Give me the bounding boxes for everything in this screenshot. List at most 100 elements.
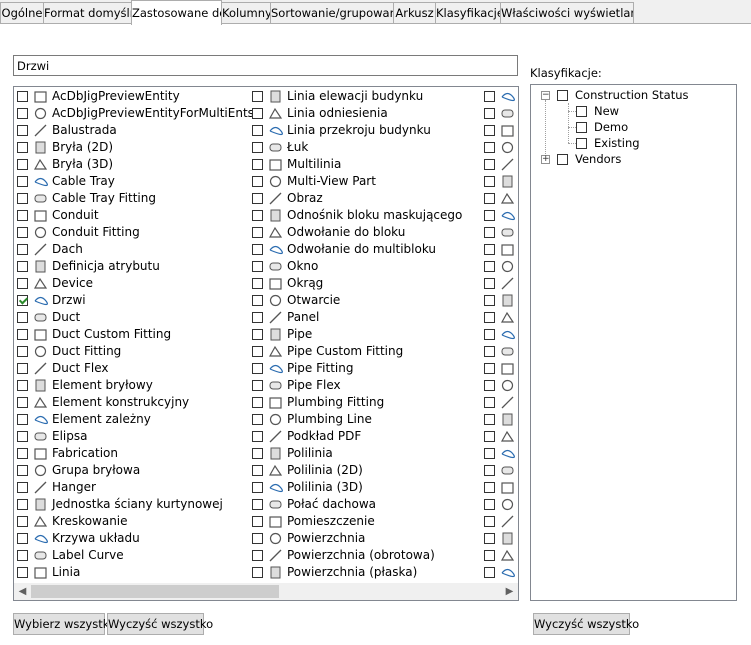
- list-item[interactable]: Element konstrukcyjny: [14, 394, 249, 411]
- tree-checkbox[interactable]: [557, 90, 568, 101]
- list-item[interactable]: [481, 292, 518, 309]
- list-item[interactable]: Plumbing Fitting: [249, 394, 481, 411]
- checkbox[interactable]: [17, 329, 28, 340]
- checkbox[interactable]: [484, 176, 495, 187]
- checkbox[interactable]: [252, 448, 263, 459]
- checkbox[interactable]: [17, 567, 28, 578]
- checkbox[interactable]: [252, 482, 263, 493]
- tree-checkbox[interactable]: [576, 122, 587, 133]
- checkbox[interactable]: [252, 567, 263, 578]
- tab-sheet[interactable]: Arkusz: [393, 2, 436, 23]
- list-item[interactable]: Definicja atrybutu: [14, 258, 249, 275]
- tree-checkbox[interactable]: [557, 154, 568, 165]
- list-item[interactable]: Duct: [14, 309, 249, 326]
- filter-input[interactable]: [13, 55, 518, 76]
- checkbox[interactable]: [484, 448, 495, 459]
- list-item[interactable]: Drzwi: [14, 292, 249, 309]
- list-item[interactable]: Duct Flex: [14, 360, 249, 377]
- list-item[interactable]: Pomieszczenie: [249, 513, 481, 530]
- tab-display-properties[interactable]: Właściwości wyświetlania: [500, 2, 634, 23]
- checkbox[interactable]: [484, 193, 495, 204]
- checkbox[interactable]: [484, 244, 495, 255]
- checkbox[interactable]: [484, 91, 495, 102]
- checkbox[interactable]: [484, 227, 495, 238]
- checkbox[interactable]: [252, 414, 263, 425]
- list-item[interactable]: Obraz: [249, 190, 481, 207]
- list-item[interactable]: Conduit Fitting: [14, 224, 249, 241]
- checkbox[interactable]: [17, 108, 28, 119]
- list-item[interactable]: [481, 513, 518, 530]
- checkbox[interactable]: [252, 499, 263, 510]
- checkbox[interactable]: [484, 125, 495, 136]
- checkbox[interactable]: [252, 431, 263, 442]
- list-item[interactable]: [481, 156, 518, 173]
- tree-node-construction-status[interactable]: − Construction Status: [531, 88, 731, 104]
- tab-sorting-grouping[interactable]: Sortowanie/grupowanie: [270, 2, 394, 23]
- checkbox[interactable]: [484, 414, 495, 425]
- checkbox[interactable]: [484, 295, 495, 306]
- checkbox[interactable]: [17, 244, 28, 255]
- list-item[interactable]: Jednostka ściany kurtynowej: [14, 496, 249, 513]
- checkbox[interactable]: [484, 329, 495, 340]
- checkbox[interactable]: [17, 295, 28, 306]
- list-item[interactable]: Pipe Flex: [249, 377, 481, 394]
- list-item[interactable]: Elipsa: [14, 428, 249, 445]
- clear-all-classifications-button[interactable]: Wyczyść wszystko: [533, 613, 639, 635]
- list-item[interactable]: Label Curve: [14, 547, 249, 564]
- checkbox[interactable]: [252, 346, 263, 357]
- list-item[interactable]: Polilinia: [249, 445, 481, 462]
- classification-tree[interactable]: − Construction Status New Demo Existing …: [530, 84, 737, 601]
- checkbox[interactable]: [252, 125, 263, 136]
- checkbox[interactable]: [17, 210, 28, 221]
- checkbox[interactable]: [484, 312, 495, 323]
- checkbox[interactable]: [17, 278, 28, 289]
- list-item[interactable]: [481, 564, 518, 581]
- checkbox[interactable]: [484, 261, 495, 272]
- list-item[interactable]: [481, 105, 518, 122]
- list-item[interactable]: [481, 462, 518, 479]
- checkbox[interactable]: [484, 159, 495, 170]
- scroll-right-icon[interactable]: ▶: [501, 583, 518, 600]
- tab-general[interactable]: Ogólne: [0, 2, 44, 23]
- checkbox[interactable]: [17, 227, 28, 238]
- list-item[interactable]: Linia: [14, 564, 249, 581]
- list-item[interactable]: [481, 445, 518, 462]
- list-item[interactable]: Multilinia: [249, 156, 481, 173]
- list-item[interactable]: [481, 190, 518, 207]
- checkbox[interactable]: [484, 533, 495, 544]
- list-item[interactable]: Multi-View Part: [249, 173, 481, 190]
- checkbox[interactable]: [17, 312, 28, 323]
- checkbox[interactable]: [17, 125, 28, 136]
- list-item[interactable]: Okrąg: [249, 275, 481, 292]
- checkbox[interactable]: [17, 142, 28, 153]
- checkbox[interactable]: [17, 516, 28, 527]
- list-item[interactable]: Otwarcie: [249, 292, 481, 309]
- list-item[interactable]: Conduit: [14, 207, 249, 224]
- list-item[interactable]: [481, 241, 518, 258]
- list-item[interactable]: [481, 377, 518, 394]
- checkbox[interactable]: [484, 516, 495, 527]
- list-item[interactable]: [481, 530, 518, 547]
- list-item[interactable]: Okno: [249, 258, 481, 275]
- list-item[interactable]: Bryła (2D): [14, 139, 249, 156]
- list-item[interactable]: Pipe Fitting: [249, 360, 481, 377]
- tree-node-vendors[interactable]: + Vendors: [531, 152, 731, 168]
- expand-icon[interactable]: +: [541, 155, 550, 164]
- object-type-list[interactable]: AcDbJigPreviewEntity AcDbJigPreviewEntity…: [13, 86, 519, 601]
- checkbox[interactable]: [17, 533, 28, 544]
- horizontal-scrollbar[interactable]: ◀ ▶: [14, 583, 518, 600]
- checkbox[interactable]: [484, 210, 495, 221]
- checkbox[interactable]: [484, 278, 495, 289]
- tab-applies-to[interactable]: Zastosowane do: [131, 0, 222, 25]
- checkbox[interactable]: [17, 414, 28, 425]
- checkbox[interactable]: [17, 193, 28, 204]
- tab-default-format[interactable]: Format domyślny: [43, 2, 132, 23]
- list-item[interactable]: Linia przekroju budynku: [249, 122, 481, 139]
- list-item[interactable]: Pipe: [249, 326, 481, 343]
- list-item[interactable]: Odwołanie do multibloku: [249, 241, 481, 258]
- list-item[interactable]: [481, 394, 518, 411]
- checkbox[interactable]: [17, 91, 28, 102]
- clear-all-button[interactable]: Wyczyść wszystko: [107, 613, 213, 635]
- list-item[interactable]: Linia odniesienia: [249, 105, 481, 122]
- list-item[interactable]: Podkład PDF: [249, 428, 481, 445]
